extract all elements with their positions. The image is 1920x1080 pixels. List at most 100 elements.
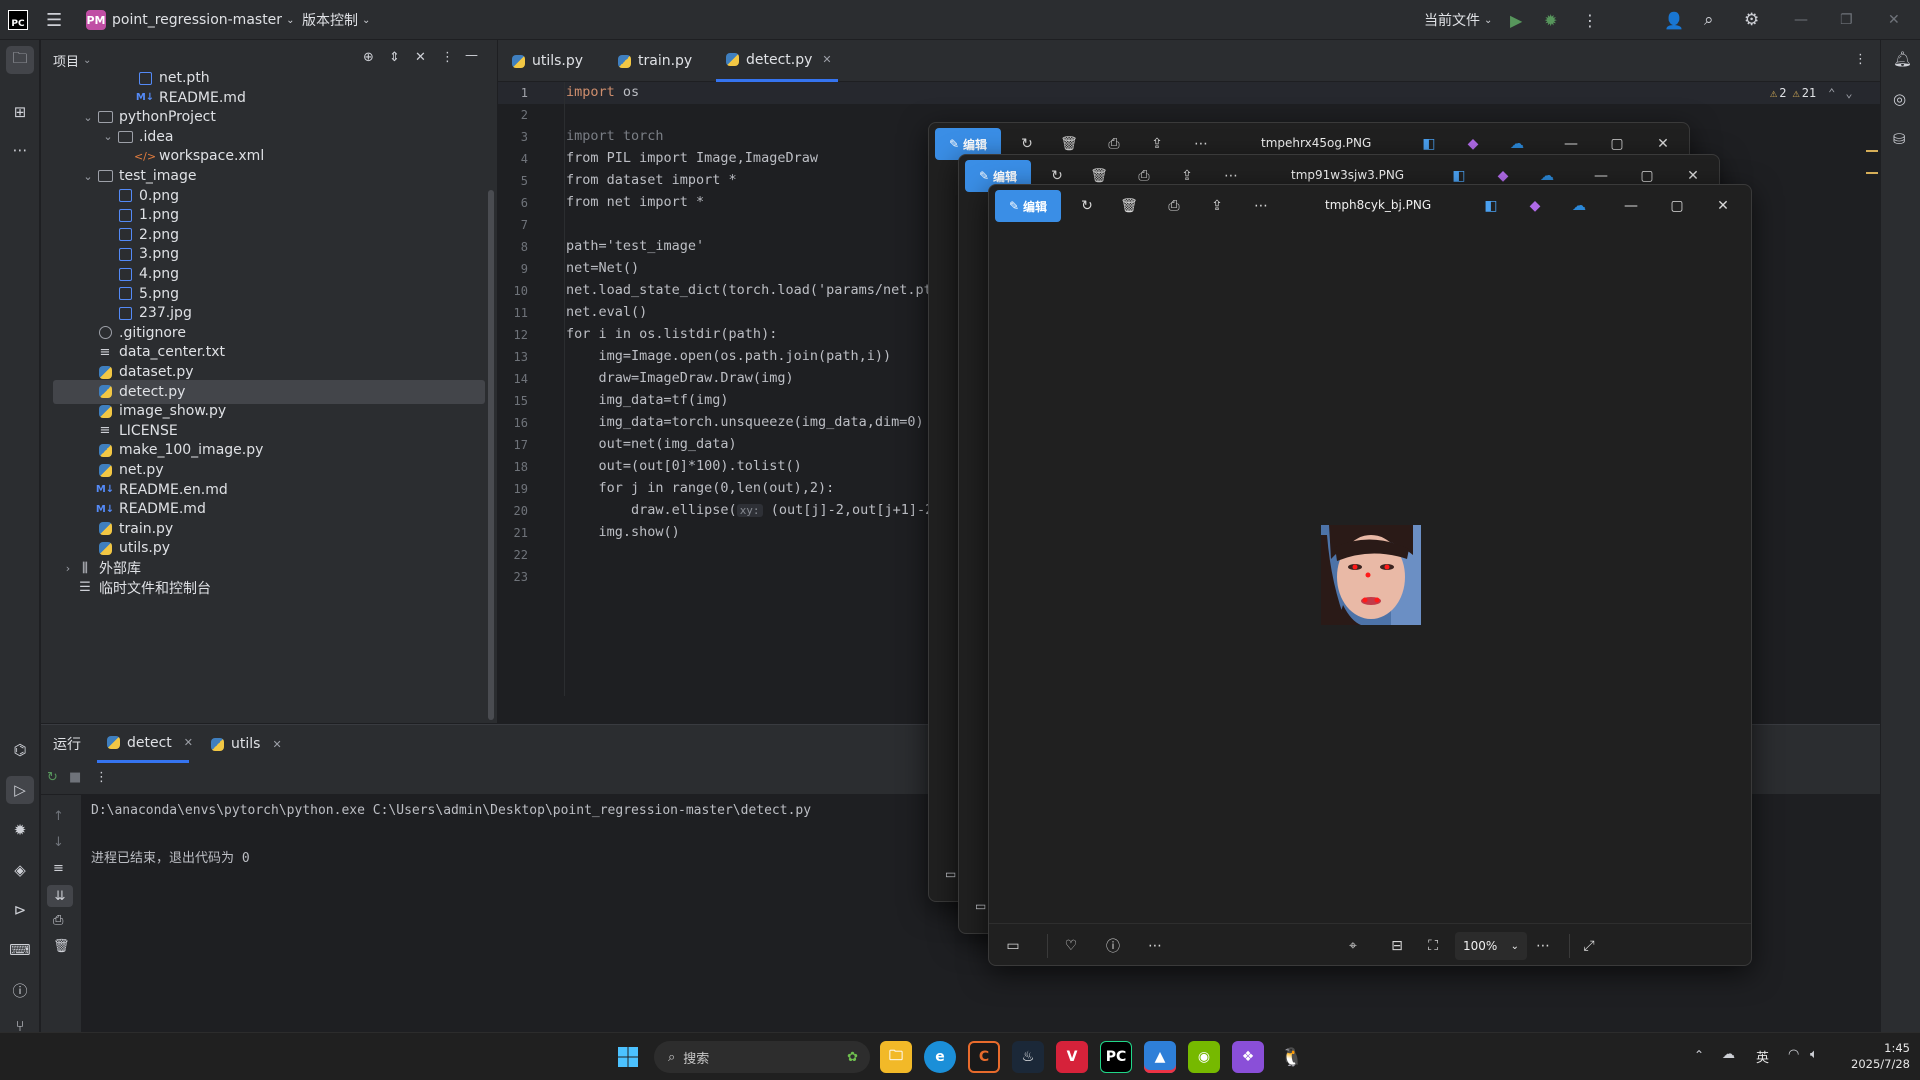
close-icon[interactable]: ✕ — [1713, 196, 1733, 216]
database-icon[interactable]: ⛁ — [1893, 130, 1906, 148]
expand-all-icon[interactable]: ⇕ — [389, 50, 400, 65]
text-scan-icon[interactable]: ⊟ — [1387, 936, 1407, 956]
photo-viewer-window-active[interactable]: ✎ 编辑 ↻ 🗑︎ ⎙ ⇪ ⋯ tmph8cyk_bj.PNG ◧ ◆ ☁ — ▢… — [988, 184, 1752, 966]
delete-icon[interactable]: 🗑︎ — [1119, 196, 1139, 216]
structure-tool-button[interactable]: ⊞ — [6, 98, 34, 126]
close-icon[interactable]: ✕ — [1683, 166, 1703, 186]
more-vertical-icon[interactable]: ⋮ — [1854, 52, 1867, 67]
onedrive-icon[interactable]: ☁ — [1569, 196, 1589, 216]
python-console-button[interactable]: ⌬ — [6, 736, 34, 764]
tab-detect-py[interactable]: detect.py ✕ — [716, 40, 838, 82]
trash-icon[interactable]: 🗑︎ — [53, 939, 70, 954]
minimize-button[interactable]: — — [1794, 8, 1808, 32]
ai-assistant-icon[interactable]: ◎ — [1893, 90, 1906, 108]
python-packages-button[interactable]: ◈ — [6, 856, 34, 884]
more-horizontal-icon[interactable]: ⋯ — [1145, 936, 1165, 956]
maximize-icon[interactable]: ▢ — [1667, 196, 1687, 216]
notifications-icon[interactable]: 🔔︎ — [1893, 50, 1912, 68]
rotate-icon[interactable]: ↻ — [1077, 196, 1097, 216]
minimize-icon[interactable]: — — [1621, 196, 1641, 216]
maximize-icon[interactable]: ▢ — [1607, 134, 1627, 154]
rotate-icon[interactable]: ↻ — [1017, 134, 1037, 154]
photos-icon[interactable]: ▲ — [1144, 1041, 1176, 1073]
arrow-up-icon[interactable]: ↑ — [53, 809, 64, 824]
start-button[interactable] — [612, 1041, 644, 1073]
fullscreen-icon[interactable]: ⤢ — [1579, 936, 1599, 956]
more-actions-button[interactable]: ⋮ — [1582, 8, 1598, 32]
clipchamp-icon[interactable]: ◆ — [1525, 196, 1545, 216]
valorant-icon[interactable]: V — [1056, 1041, 1088, 1073]
hide-panel-icon[interactable]: — — [465, 48, 478, 63]
designer-icon[interactable]: ◧ — [1419, 134, 1439, 154]
run-tab-detect[interactable]: detect ✕ — [97, 725, 193, 763]
print-icon[interactable]: ⎙ — [53, 913, 63, 928]
run-tab-utils[interactable]: utils ✕ — [209, 725, 282, 763]
print-icon[interactable]: ⎙ — [1164, 196, 1184, 216]
delete-icon[interactable]: 🗑︎ — [1059, 134, 1079, 154]
info-icon[interactable]: ⓘ — [1103, 936, 1123, 956]
run-tool-button[interactable]: ▷ — [6, 776, 34, 804]
share-icon[interactable]: ⇪ — [1207, 196, 1227, 216]
debug-button[interactable]: ✹ — [1544, 8, 1557, 32]
file-explorer-icon[interactable]: 🗀 — [880, 1041, 912, 1073]
nvidia-icon[interactable]: ◉ — [1188, 1041, 1220, 1073]
collapse-all-icon[interactable]: ✕ — [415, 50, 426, 65]
chevron-down-icon[interactable]: ⌄ — [1845, 86, 1852, 100]
clipchamp-icon[interactable]: ◆ — [1493, 166, 1513, 186]
print-icon[interactable]: ⎙ — [1134, 166, 1154, 186]
more-horizontal-icon[interactable]: ⋯ — [1251, 196, 1271, 216]
chevron-up-icon[interactable]: ⌃ — [1828, 86, 1835, 100]
designer-icon[interactable]: ◧ — [1481, 196, 1501, 216]
tab-utils-py[interactable]: utils.py — [510, 40, 596, 82]
soft-wrap-icon[interactable]: ≡ — [53, 861, 64, 876]
more-vertical-icon[interactable]: ⋮ — [95, 770, 108, 785]
steam-icon[interactable]: ♨ — [1012, 1041, 1044, 1073]
app-purple-icon[interactable]: ❖ — [1232, 1041, 1264, 1073]
maximize-button[interactable]: ❐ — [1840, 8, 1853, 32]
onedrive-tray-icon[interactable]: ☁ — [1722, 1047, 1735, 1062]
tree-item[interactable]: ☰ 临时文件和控制台 — [53, 576, 485, 600]
arrow-down-icon[interactable]: ↓ — [53, 835, 64, 850]
edge-icon[interactable]: e — [924, 1041, 956, 1073]
qq-icon[interactable]: 🐧 — [1276, 1041, 1308, 1073]
debug-tool-button[interactable]: ✹ — [6, 816, 34, 844]
zoom-selector[interactable]: 100% ⌄ — [1455, 932, 1527, 960]
run-config-selector[interactable]: 当前文件 ⌄ — [1424, 8, 1492, 32]
close-tab-icon[interactable]: ✕ — [272, 738, 281, 751]
minimize-icon[interactable]: — — [1591, 166, 1611, 186]
chevron-up-icon[interactable]: ⌃ — [1694, 1048, 1704, 1062]
onedrive-icon[interactable]: ☁ — [1507, 134, 1527, 154]
chevron-right-icon[interactable]: › — [61, 562, 75, 575]
more-horizontal-icon[interactable]: ⋯ — [1533, 936, 1553, 956]
more-tools-button[interactable]: ⋯ — [6, 136, 34, 164]
visual-search-icon[interactable]: ⌖ — [1343, 936, 1363, 956]
taskbar-search-box[interactable]: ⌕ 搜索 ✿ — [654, 1041, 870, 1073]
print-icon[interactable]: ⎙ — [1104, 134, 1124, 154]
more-vertical-icon[interactable]: ⋮ — [441, 50, 454, 65]
add-user-button[interactable]: 👤 — [1664, 8, 1684, 32]
chevron-down-icon[interactable]: ⌄ — [81, 111, 95, 124]
rotate-icon[interactable]: ↻ — [1047, 166, 1067, 186]
scroll-to-end-icon[interactable]: ⇊ — [47, 885, 73, 907]
error-stripe-mark[interactable] — [1866, 150, 1878, 152]
run-button[interactable]: ▶ — [1510, 8, 1522, 32]
inspection-widget[interactable]: ⚠ 2 ⚠ 21 ⌃ ⌄ — [1770, 86, 1853, 100]
close-tab-icon[interactable]: ✕ — [822, 53, 831, 66]
ime-indicator[interactable]: 英 — [1756, 1047, 1769, 1066]
close-button[interactable]: ✕ — [1888, 8, 1900, 32]
chevron-down-icon[interactable]: ⌄ — [101, 130, 115, 143]
onedrive-icon[interactable]: ☁ — [1537, 166, 1557, 186]
filmstrip-icon[interactable]: ▭ — [1003, 936, 1023, 956]
fit-window-icon[interactable]: ⛶ — [1423, 936, 1443, 956]
more-horizontal-icon[interactable]: ⋯ — [1221, 166, 1241, 186]
chevron-down-icon[interactable]: ⌄ — [81, 170, 95, 183]
tree-scrollbar[interactable] — [488, 190, 494, 720]
vcs-menu[interactable]: 版本控制 ⌄ — [302, 8, 370, 32]
filmstrip-icon[interactable]: ▭ — [975, 899, 986, 913]
close-icon[interactable]: ✕ — [1653, 134, 1673, 154]
filmstrip-icon[interactable]: ▭ — [945, 867, 956, 881]
maximize-icon[interactable]: ▢ — [1637, 166, 1657, 186]
minimize-icon[interactable]: — — [1561, 134, 1581, 154]
share-icon[interactable]: ⇪ — [1147, 134, 1167, 154]
favorite-icon[interactable]: ♡ — [1061, 936, 1081, 956]
